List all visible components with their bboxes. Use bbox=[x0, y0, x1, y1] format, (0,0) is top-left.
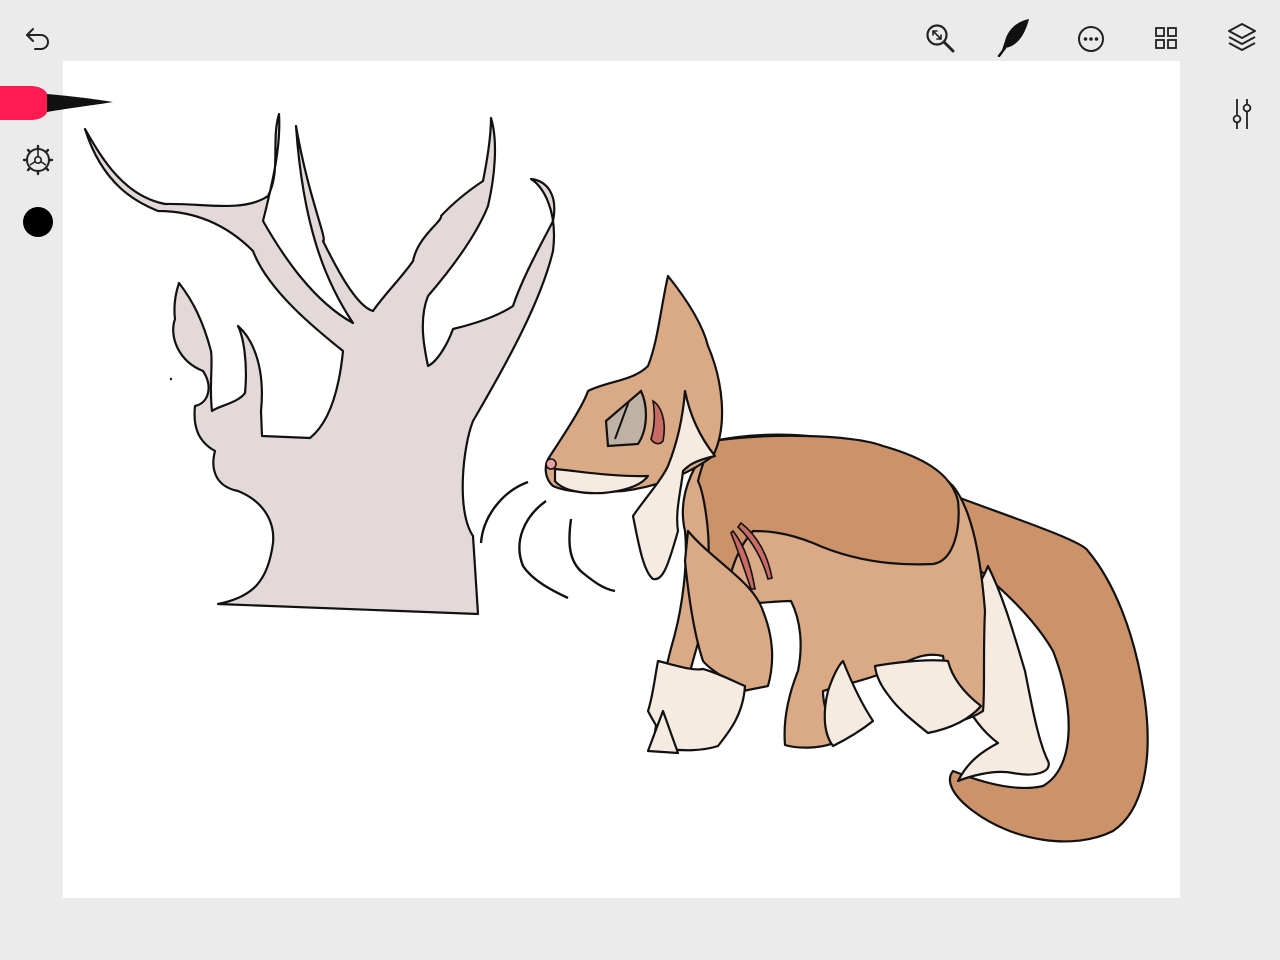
color-swatch[interactable] bbox=[23, 207, 53, 237]
brush-library-button[interactable] bbox=[994, 16, 1036, 58]
fox-drawing bbox=[479, 274, 1149, 843]
undo-button[interactable] bbox=[18, 20, 58, 58]
gear-icon bbox=[22, 144, 54, 176]
more-dots-icon bbox=[1078, 26, 1104, 52]
undo-arrow-icon bbox=[26, 28, 49, 50]
layers-button[interactable] bbox=[1222, 18, 1262, 58]
gallery-button[interactable] bbox=[1148, 20, 1184, 56]
brush-tip-icon bbox=[0, 86, 113, 120]
brush-tool-indicator[interactable] bbox=[0, 84, 116, 122]
sliders-icon bbox=[1232, 99, 1252, 129]
more-options-button[interactable] bbox=[1072, 20, 1110, 58]
grid-icon bbox=[1155, 27, 1177, 49]
brush-settings-button[interactable] bbox=[20, 142, 56, 178]
zoom-button[interactable] bbox=[920, 18, 960, 58]
zoom-fit-icon bbox=[926, 24, 955, 53]
artwork bbox=[83, 112, 1149, 843]
layers-icon bbox=[1228, 23, 1256, 51]
drawing-canvas[interactable] bbox=[63, 61, 1180, 898]
adjustments-button[interactable] bbox=[1224, 94, 1260, 134]
feather-brush-icon bbox=[997, 19, 1029, 57]
tree-drawing bbox=[83, 112, 556, 616]
